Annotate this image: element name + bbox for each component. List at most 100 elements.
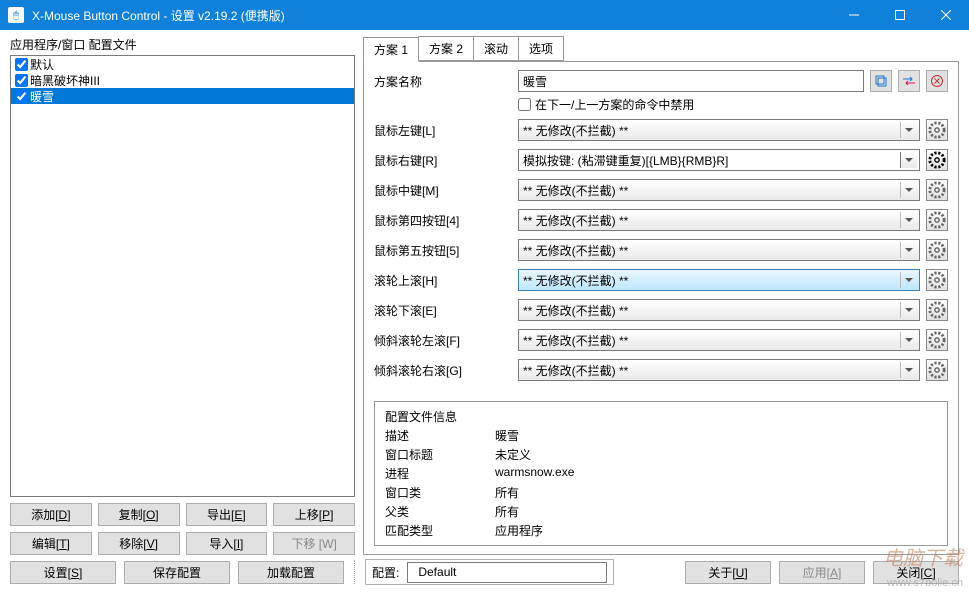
chevron-down-icon[interactable]	[900, 242, 917, 258]
binding-value: ** 无修改(不拦截) **	[523, 302, 628, 319]
copy-button[interactable]: 复制[O]	[98, 503, 180, 526]
movedown-button[interactable]: 下移 [W]	[273, 532, 355, 555]
info-title: 配置文件信息	[385, 408, 937, 425]
binding-combo[interactable]: ** 无修改(不拦截) **	[518, 359, 920, 381]
tab-plan2[interactable]: 方案 2	[418, 36, 474, 61]
profile-list-label: 应用程序/窗口 配置文件	[10, 36, 355, 53]
binding-value: 模拟按键: (粘滞键重复)[{LMB}{RMB}R]	[523, 152, 728, 169]
info-pclass-v: 所有	[495, 503, 519, 520]
gear-icon[interactable]	[926, 329, 948, 351]
about-button[interactable]: 关于[U]	[685, 561, 771, 584]
binding-combo[interactable]: ** 无修改(不拦截) **	[518, 299, 920, 321]
config-value[interactable]: Default	[407, 562, 607, 583]
close-bottom-button[interactable]: 关闭[C]	[873, 561, 959, 584]
copy-plan-button[interactable]	[870, 70, 892, 92]
binding-label: 鼠标右键[R]	[374, 152, 512, 169]
binding-row: 鼠标第五按钮[5]** 无修改(不拦截) **	[374, 239, 948, 261]
binding-value: ** 无修改(不拦截) **	[523, 332, 628, 349]
binding-value: ** 无修改(不拦截) **	[523, 122, 628, 139]
gear-icon[interactable]	[926, 209, 948, 231]
binding-label: 鼠标中键[M]	[374, 182, 512, 199]
loadprofile-button[interactable]: 加载配置	[238, 561, 344, 584]
chevron-down-icon[interactable]	[900, 152, 917, 168]
info-desc-k: 描述	[385, 427, 495, 444]
chevron-down-icon[interactable]	[900, 182, 917, 198]
binding-combo[interactable]: ** 无修改(不拦截) **	[518, 119, 920, 141]
info-desc-v: 暖雪	[495, 427, 519, 444]
export-button[interactable]: 导出[E]	[186, 503, 268, 526]
chevron-down-icon[interactable]	[900, 122, 917, 138]
binding-row: 鼠标中键[M] ** 无修改(不拦截) **	[374, 179, 948, 201]
delete-plan-button[interactable]	[926, 70, 948, 92]
add-button[interactable]: 添加[D]	[10, 503, 92, 526]
binding-label: 滚轮下滚[E]	[374, 302, 512, 319]
edit-button[interactable]: 编辑[T]	[10, 532, 92, 555]
close-button[interactable]	[923, 0, 969, 30]
binding-row: 鼠标第四按钮[4]** 无修改(不拦截) **	[374, 209, 948, 231]
tab-plan1[interactable]: 方案 1	[363, 37, 419, 62]
binding-row: 鼠标右键[R] 模拟按键: (粘滞键重复)[{LMB}{RMB}R]	[374, 149, 948, 171]
profile-row[interactable]: 默认	[11, 56, 354, 72]
settings-button[interactable]: 设置[S]	[10, 561, 116, 584]
saveprofile-button[interactable]: 保存配置	[124, 561, 230, 584]
profile-checkbox[interactable]	[15, 74, 28, 87]
binding-label: 倾斜滚轮右滚[G]	[374, 362, 512, 379]
bottom-bar: 设置[S] 保存配置 加载配置 配置: Default 关于[U] 应用[A] …	[0, 555, 969, 589]
chevron-down-icon[interactable]	[900, 272, 917, 288]
import-button[interactable]: 导入[I]	[186, 532, 268, 555]
binding-value: ** 无修改(不拦截) **	[523, 182, 628, 199]
binding-value: ** 无修改(不拦截) **	[523, 362, 628, 379]
info-wclass-k: 窗口类	[385, 484, 495, 501]
binding-row: 滚轮下滚[E] ** 无修改(不拦截) **	[374, 299, 948, 321]
info-wintitle-k: 窗口标题	[385, 446, 495, 463]
info-proc-k: 进程	[385, 465, 495, 482]
profile-row[interactable]: 暖雪	[11, 88, 354, 104]
minimize-button[interactable]	[831, 0, 877, 30]
app-icon: 🖱	[8, 7, 24, 23]
binding-row: 倾斜滚轮右滚[G] ** 无修改(不拦截) **	[374, 359, 948, 381]
config-label: 配置:	[372, 564, 399, 581]
gear-icon[interactable]	[926, 299, 948, 321]
tab-scroll[interactable]: 滚动	[473, 36, 519, 61]
binding-row: 滚轮上滚[H]** 无修改(不拦截) **	[374, 269, 948, 291]
profile-list[interactable]: 默认暗黑破坏神III暖雪	[10, 55, 355, 497]
gear-icon[interactable]	[926, 119, 948, 141]
plan-name-input[interactable]	[518, 70, 864, 92]
binding-value: ** 无修改(不拦截) **	[523, 242, 628, 259]
tab-options[interactable]: 选项	[518, 36, 564, 61]
binding-combo[interactable]: 模拟按键: (粘滞键重复)[{LMB}{RMB}R]	[518, 149, 920, 171]
remove-button[interactable]: 移除[V]	[98, 532, 180, 555]
profile-checkbox[interactable]	[15, 58, 28, 71]
gear-icon[interactable]	[926, 239, 948, 261]
binding-row: 倾斜滚轮左滚[F]** 无修改(不拦截) **	[374, 329, 948, 351]
info-match-k: 匹配类型	[385, 522, 495, 539]
info-match-v: 应用程序	[495, 522, 543, 539]
tab-body: 方案名称 在下一/上一方案的命令中禁用 鼠标左键[L]** 无修改(不拦截) *…	[363, 61, 959, 555]
info-pclass-k: 父类	[385, 503, 495, 520]
profile-checkbox[interactable]	[15, 90, 28, 103]
profile-row[interactable]: 暗黑破坏神III	[11, 72, 354, 88]
maximize-button[interactable]	[877, 0, 923, 30]
binding-combo[interactable]: ** 无修改(不拦截) **	[518, 179, 920, 201]
gear-icon[interactable]	[926, 359, 948, 381]
moveup-button[interactable]: 上移[P]	[273, 503, 355, 526]
gear-icon[interactable]	[926, 179, 948, 201]
profile-label: 暖雪	[30, 88, 54, 105]
apply-button[interactable]: 应用[A]	[779, 561, 865, 584]
binding-combo[interactable]: ** 无修改(不拦截) **	[518, 209, 920, 231]
info-proc-v: warmsnow.exe	[495, 465, 574, 482]
disable-in-command-checkbox[interactable]	[518, 98, 531, 111]
chevron-down-icon[interactable]	[900, 212, 917, 228]
binding-combo[interactable]: ** 无修改(不拦截) **	[518, 269, 920, 291]
plan-name-label: 方案名称	[374, 73, 512, 90]
swap-plan-button[interactable]	[898, 70, 920, 92]
chevron-down-icon[interactable]	[900, 362, 917, 378]
binding-value: ** 无修改(不拦截) **	[523, 272, 628, 289]
gear-icon[interactable]	[926, 149, 948, 171]
gear-icon[interactable]	[926, 269, 948, 291]
profile-label: 默认	[30, 56, 54, 73]
binding-combo[interactable]: ** 无修改(不拦截) **	[518, 239, 920, 261]
chevron-down-icon[interactable]	[900, 332, 917, 348]
binding-combo[interactable]: ** 无修改(不拦截) **	[518, 329, 920, 351]
chevron-down-icon[interactable]	[900, 302, 917, 318]
